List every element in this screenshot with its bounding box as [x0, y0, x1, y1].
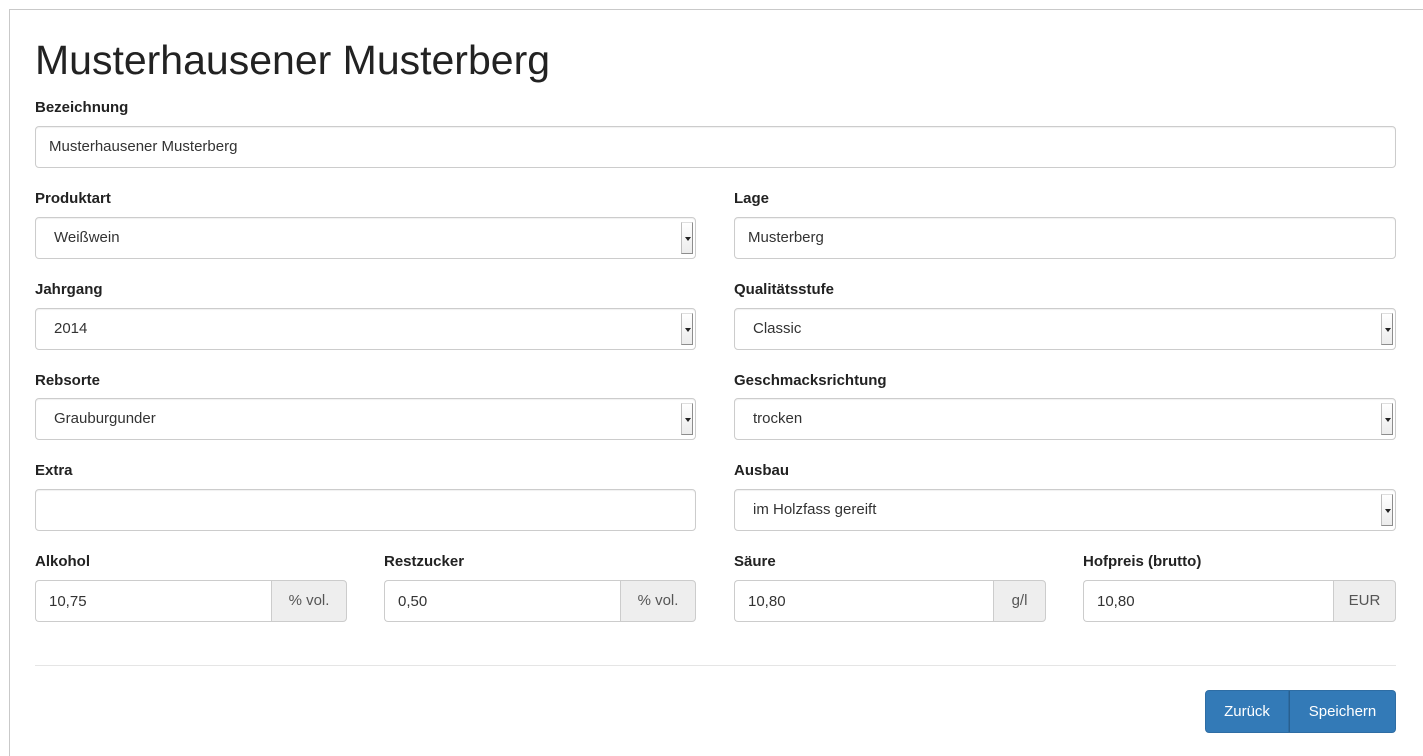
rebsorte-select[interactable]: Grauburgunder	[35, 398, 696, 440]
dropdown-arrow-icon[interactable]	[1381, 494, 1393, 526]
extra-field[interactable]	[35, 489, 696, 531]
geschmacksrichtung-value: trocken	[753, 410, 803, 427]
hofpreis-unit: EUR	[1333, 580, 1396, 622]
qualitaetsstufe-value: Classic	[753, 320, 802, 337]
ausbau-select[interactable]: im Holzfass gereift	[734, 489, 1396, 531]
saeure-input[interactable]	[735, 581, 993, 621]
dropdown-arrow-icon[interactable]	[1381, 403, 1393, 435]
bezeichnung-label: Bezeichnung	[35, 99, 129, 116]
restzucker-field[interactable]	[384, 580, 620, 622]
jahrgang-value: 2014	[54, 320, 88, 337]
qualitaetsstufe-select[interactable]: Classic	[734, 308, 1396, 350]
restzucker-input[interactable]	[385, 581, 620, 621]
produktart-select[interactable]: Weißwein	[35, 217, 696, 259]
saeure-field[interactable]	[734, 580, 993, 622]
saeure-input-group: g/l	[734, 580, 1046, 622]
hofpreis-input-group: EUR	[1083, 580, 1396, 622]
geschmacksrichtung-label: Geschmacksrichtung	[734, 372, 887, 389]
jahrgang-select[interactable]: 2014	[35, 308, 696, 350]
saeure-unit: g/l	[993, 580, 1046, 622]
extra-label: Extra	[35, 462, 73, 479]
alkohol-field[interactable]	[35, 580, 271, 622]
lage-label: Lage	[734, 190, 770, 207]
rebsorte-label: Rebsorte	[35, 372, 101, 389]
dropdown-arrow-icon[interactable]	[681, 403, 693, 435]
alkohol-label: Alkohol	[35, 553, 90, 570]
alkohol-unit: % vol.	[271, 580, 347, 622]
qualitaetsstufe-label: Qualitätsstufe	[734, 281, 835, 298]
ausbau-label: Ausbau	[734, 462, 790, 479]
dropdown-arrow-icon[interactable]	[1381, 313, 1393, 345]
rebsorte-value: Grauburgunder	[54, 410, 156, 427]
saeure-label: Säure	[734, 553, 776, 570]
hofpreis-field[interactable]	[1083, 580, 1333, 622]
alkohol-input-group: % vol.	[35, 580, 347, 622]
produktart-value: Weißwein	[54, 229, 120, 246]
save-button[interactable]: Speichern	[1289, 690, 1396, 733]
hofpreis-label: Hofpreis (brutto)	[1083, 553, 1202, 570]
dropdown-arrow-icon[interactable]	[681, 222, 693, 254]
jahrgang-label: Jahrgang	[35, 281, 103, 298]
restzucker-label: Restzucker	[384, 553, 465, 570]
produktart-label: Produktart	[35, 190, 111, 207]
form-divider	[35, 665, 1396, 666]
window-frame	[9, 9, 1423, 756]
bezeichnung-field[interactable]	[35, 126, 1396, 168]
alkohol-input[interactable]	[36, 581, 271, 621]
lage-field[interactable]	[734, 217, 1396, 259]
extra-input[interactable]	[36, 490, 695, 530]
restzucker-unit: % vol.	[620, 580, 696, 622]
hofpreis-input[interactable]	[1084, 581, 1333, 621]
bezeichnung-input[interactable]	[36, 127, 1395, 167]
page-title: Musterhausener Musterberg	[35, 37, 551, 83]
dropdown-arrow-icon[interactable]	[681, 313, 693, 345]
geschmacksrichtung-select[interactable]: trocken	[734, 398, 1396, 440]
back-button[interactable]: Zurück	[1205, 690, 1289, 733]
lage-input[interactable]	[735, 218, 1395, 258]
restzucker-input-group: % vol.	[384, 580, 696, 622]
ausbau-value: im Holzfass gereift	[753, 501, 877, 518]
